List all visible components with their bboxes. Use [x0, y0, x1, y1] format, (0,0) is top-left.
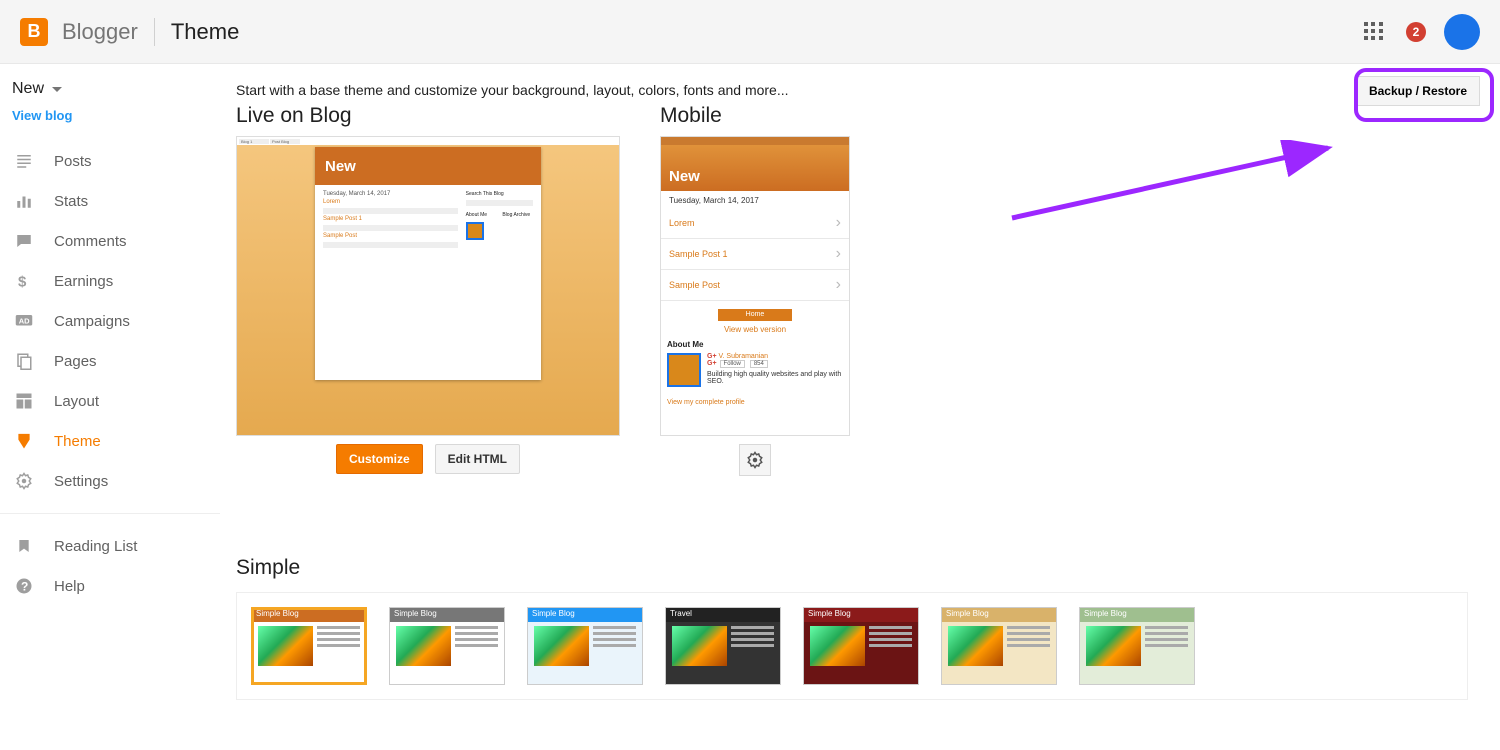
sidebar-item-label: Reading List [54, 538, 137, 555]
theme-thumbnail-row: Simple Blog Simple Blog Simple Blog Trav… [236, 592, 1468, 700]
earnings-icon: $ [14, 271, 34, 291]
theme-thumbnail[interactable]: Simple Blog [389, 607, 505, 685]
theme-thumbnail[interactable]: Simple Blog [803, 607, 919, 685]
sidebar-item-label: Comments [54, 233, 127, 250]
sidebar-item-label: Stats [54, 193, 88, 210]
section-simple-heading: Simple [236, 556, 1468, 580]
mobile-preview-item: Sample Post› [661, 270, 849, 301]
sidebar-item-help[interactable]: ? Help [0, 566, 220, 606]
mobile-preview-item: Lorem› [661, 208, 849, 239]
chevron-right-icon: › [836, 276, 841, 294]
product-name: Blogger [62, 19, 138, 45]
help-icon: ? [14, 576, 34, 596]
mobile-preview-view-web: View web version [661, 325, 849, 334]
edit-html-button[interactable]: Edit HTML [435, 444, 520, 474]
bookmark-icon [14, 536, 34, 556]
theme-icon [14, 431, 34, 451]
chevron-right-icon: › [836, 245, 841, 263]
sidebar-item-posts[interactable]: Posts [0, 141, 220, 181]
mobile-settings-button[interactable] [739, 444, 771, 476]
main-content: Backup / Restore Start with a base theme… [220, 64, 1500, 740]
svg-text:$: $ [18, 273, 27, 290]
posts-icon [14, 151, 34, 171]
mobile-follow-count: 854 [750, 360, 768, 368]
intro-text: Start with a base theme and customize yo… [236, 76, 1468, 98]
backup-restore-button[interactable]: Backup / Restore [1356, 76, 1480, 106]
gplus-icon: G+ [707, 353, 717, 360]
mobile-preview-about: About Me [661, 340, 849, 349]
sidebar-item-theme[interactable]: Theme [0, 421, 220, 461]
live-preview-post: Lorem [323, 199, 458, 205]
pages-icon [14, 351, 34, 371]
comments-icon [14, 231, 34, 251]
mobile-follow-btn: Follow [720, 360, 745, 368]
blogger-logo-icon: B [20, 18, 48, 46]
live-preview-search: Search This Blog [466, 191, 533, 197]
sidebar-item-label: Posts [54, 153, 92, 170]
live-preview-heading: Live on Blog [236, 104, 620, 128]
chevron-right-icon: › [836, 214, 841, 232]
notifications-badge[interactable]: 2 [1406, 22, 1426, 42]
live-preview-post: Sample Post 1 [323, 216, 458, 222]
mobile-preview-item: Sample Post 1› [661, 239, 849, 270]
sidebar-item-settings[interactable]: Settings [0, 461, 220, 501]
live-preview-archive: Blog Archive [502, 212, 533, 218]
live-preview-about: About Me [466, 212, 497, 218]
sidebar-item-layout[interactable]: Layout [0, 381, 220, 421]
sidebar-item-label: Settings [54, 473, 108, 490]
app-header: B Blogger Theme 2 [0, 0, 1500, 64]
logo-block: B Blogger [20, 18, 138, 46]
campaigns-icon: AD [14, 311, 34, 331]
mobile-preview-heading: Mobile [660, 104, 850, 128]
sidebar-item-campaigns[interactable]: AD Campaigns [0, 301, 220, 341]
blog-selector[interactable]: New [0, 80, 220, 98]
sidebar-item-stats[interactable]: Stats [0, 181, 220, 221]
customize-button[interactable]: Customize [336, 444, 423, 474]
settings-icon [14, 471, 34, 491]
svg-text:?: ? [21, 580, 28, 594]
sidebar-item-label: Theme [54, 433, 101, 450]
gear-icon [746, 451, 764, 469]
sidebar-item-label: Layout [54, 393, 99, 410]
mobile-preview-desc: Building high quality websites and play … [707, 371, 843, 385]
theme-thumbnail[interactable]: Simple Blog [251, 607, 367, 685]
sidebar: New View blog Posts Stats Comments $ [0, 64, 220, 740]
page-title: Theme [171, 19, 239, 45]
mobile-preview-profile-link: View my complete profile [661, 399, 745, 406]
sidebar-item-comments[interactable]: Comments [0, 221, 220, 261]
sidebar-item-label: Campaigns [54, 313, 130, 330]
theme-thumbnail[interactable]: Travel [665, 607, 781, 685]
profile-avatar[interactable] [1444, 14, 1480, 50]
theme-thumbnail[interactable]: Simple Blog [527, 607, 643, 685]
chevron-down-icon [52, 87, 62, 97]
live-preview-date: Tuesday, March 14, 2017 [323, 191, 458, 197]
view-blog-link[interactable]: View blog [0, 98, 220, 141]
live-preview-title: New [325, 158, 356, 175]
mobile-preview[interactable]: New Tuesday, March 14, 2017 Lorem› Sampl… [660, 136, 850, 436]
sidebar-item-pages[interactable]: Pages [0, 341, 220, 381]
sidebar-item-label: Pages [54, 353, 97, 370]
sidebar-item-label: Help [54, 578, 85, 595]
sidebar-divider [0, 513, 220, 514]
mobile-preview-title: New [669, 168, 700, 185]
live-preview[interactable]: Blog 1Post Blog New Tuesday, March 14, 2… [236, 136, 620, 436]
sidebar-item-earnings[interactable]: $ Earnings [0, 261, 220, 301]
google-apps-icon[interactable] [1364, 22, 1384, 42]
blog-selector-label: New [12, 80, 44, 98]
theme-thumbnail[interactable]: Simple Blog [1079, 607, 1195, 685]
sidebar-item-label: Earnings [54, 273, 113, 290]
header-divider [154, 18, 155, 46]
live-preview-post: Sample Post [323, 233, 458, 239]
sidebar-item-reading-list[interactable]: Reading List [0, 526, 220, 566]
svg-text:AD: AD [19, 316, 30, 325]
layout-icon [14, 391, 34, 411]
stats-icon [14, 191, 34, 211]
mobile-preview-date: Tuesday, March 14, 2017 [661, 191, 849, 208]
theme-thumbnail[interactable]: Simple Blog [941, 607, 1057, 685]
mobile-preview-home: Home [718, 309, 792, 321]
mobile-preview-author: V. Subramanian [719, 353, 769, 360]
